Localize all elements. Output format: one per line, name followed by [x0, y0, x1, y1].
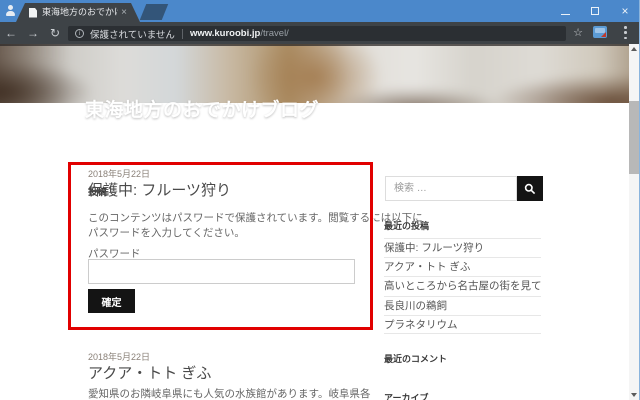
url-path: /travel/ — [260, 28, 289, 39]
submit-button[interactable]: 確定 — [88, 289, 135, 313]
page-viewport: 東海地方のおでかけブログ ↓ 投稿 2018年5月22日 保護中: フルーツ狩り… — [0, 44, 629, 400]
extension-icon[interactable] — [593, 26, 607, 38]
second-post-title[interactable]: アクア・トト ぎふ — [88, 362, 211, 383]
menu-dots-icon[interactable] — [624, 26, 627, 39]
tab-close-icon[interactable]: × — [121, 8, 127, 18]
maximize-button[interactable] — [588, 4, 602, 18]
url-bar[interactable]: i 保護されていません www.kuroobi.jp /travel/ — [68, 26, 566, 41]
recent-post-link[interactable]: アクア・トト ぎふ — [384, 257, 541, 276]
recent-post-link[interactable]: 高いところから名古屋の街を見てみる — [384, 276, 541, 295]
minimize-icon — [560, 13, 570, 15]
recent-post-link[interactable]: 保護中: フルーツ狩り — [384, 238, 541, 257]
browser-tab[interactable]: 東海地方のおでかけブログ × — [16, 3, 140, 22]
url-separator — [181, 28, 183, 39]
forward-icon[interactable]: → — [22, 22, 44, 44]
page-scrollbar[interactable] — [629, 44, 639, 400]
scrollbar-down-icon[interactable] — [631, 393, 637, 397]
profile-icon[interactable] — [4, 5, 17, 17]
password-field[interactable] — [88, 259, 355, 284]
minimize-button[interactable] — [558, 4, 572, 18]
url-host: www.kuroobi.jp — [189, 28, 261, 39]
search-icon — [524, 183, 536, 194]
window-controls: × — [558, 0, 632, 22]
recent-posts-list: 保護中: フルーツ狩り アクア・トト ぎふ 高いところから名古屋の街を見てみる … — [384, 238, 541, 334]
site-title[interactable]: 東海地方のおでかけブログ — [85, 95, 319, 122]
recent-comments-heading: 最近のコメント — [384, 354, 448, 364]
titlebar: 東海地方のおでかけブログ × × — [0, 0, 639, 22]
second-post-excerpt: 愛知県のお隣岐阜県にも人気の水族館があります。岐阜県各務原市にあ — [88, 388, 371, 400]
new-tab-button[interactable] — [139, 4, 169, 20]
tab-title: 東海地方のおでかけブログ — [42, 7, 115, 17]
scroll-down-icon[interactable]: ↓ — [541, 114, 548, 129]
reload-icon[interactable]: ↻ — [44, 22, 66, 44]
protected-notice-line2: パスワードを入力してください。 — [88, 227, 245, 239]
scrollbar-up-icon[interactable] — [631, 47, 637, 51]
search-button[interactable] — [517, 176, 543, 201]
search-input[interactable] — [385, 176, 517, 201]
archives-heading: アーカイブ — [384, 393, 429, 400]
recent-post-link[interactable]: プラネタリウム — [384, 314, 541, 334]
back-icon[interactable]: ← — [0, 22, 22, 44]
close-button[interactable]: × — [618, 4, 632, 18]
recent-post-link[interactable]: 長良川の鵜飼 — [384, 295, 541, 315]
scrollbar-thumb[interactable] — [629, 101, 639, 174]
protected-notice-line1: このコンテンツはパスワードで保護されています。閲覧するには以下に — [88, 212, 423, 224]
info-icon[interactable]: i — [75, 29, 84, 38]
security-status: 保護されていません — [90, 29, 175, 41]
bookmark-star-icon[interactable]: ☆ — [573, 22, 583, 44]
browser-window: 東海地方のおでかけブログ × × ← → ↻ i 保護されていません www.k… — [0, 0, 640, 400]
recent-posts-heading: 最近の投稿 — [384, 221, 430, 231]
protected-post-title[interactable]: 保護中: フルーツ狩り — [88, 179, 231, 200]
close-icon: × — [621, 4, 629, 18]
page-favicon-icon — [29, 8, 37, 18]
maximize-icon — [591, 7, 599, 15]
